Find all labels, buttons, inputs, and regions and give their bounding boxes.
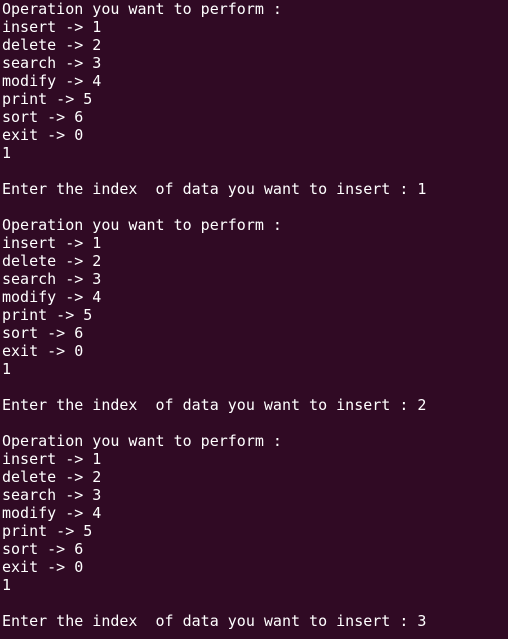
terminal-line: 1 [2, 360, 12, 378]
terminal-line: delete -> 2 [2, 36, 102, 54]
terminal-line: modify -> 4 [2, 72, 102, 90]
terminal-line: Operation you want to perform : [2, 216, 282, 234]
terminal-line: 1 [2, 144, 12, 162]
terminal-line: Operation you want to perform : [2, 432, 282, 450]
terminal-output[interactable]: Operation you want to perform : insert ->… [2, 0, 506, 639]
terminal-line: search -> 3 [2, 270, 102, 288]
terminal-line: Enter the index of data you want to inse… [2, 396, 427, 414]
terminal-line: delete -> 2 [2, 468, 102, 486]
terminal-line: exit -> 0 [2, 342, 84, 360]
terminal-line: search -> 3 [2, 486, 102, 504]
terminal-line: print -> 5 [2, 90, 93, 108]
terminal-line: Enter the index of data you want to inse… [2, 612, 427, 630]
terminal-line: insert -> 1 [2, 234, 102, 252]
terminal-line: sort -> 6 [2, 540, 84, 558]
terminal-line: modify -> 4 [2, 288, 102, 306]
terminal-line: print -> 5 [2, 522, 93, 540]
terminal-line: search -> 3 [2, 54, 102, 72]
terminal-line: insert -> 1 [2, 450, 102, 468]
terminal-line: modify -> 4 [2, 504, 102, 522]
terminal-line: exit -> 0 [2, 558, 84, 576]
terminal-line: Operation you want to perform : [2, 0, 282, 18]
terminal-line: 1 [2, 576, 12, 594]
terminal-line: insert -> 1 [2, 18, 102, 36]
terminal-line: Enter the index of data you want to inse… [2, 180, 427, 198]
terminal-line: sort -> 6 [2, 108, 84, 126]
terminal-line: exit -> 0 [2, 126, 84, 144]
terminal-line: delete -> 2 [2, 252, 102, 270]
terminal-line: print -> 5 [2, 306, 93, 324]
terminal-line: sort -> 6 [2, 324, 84, 342]
